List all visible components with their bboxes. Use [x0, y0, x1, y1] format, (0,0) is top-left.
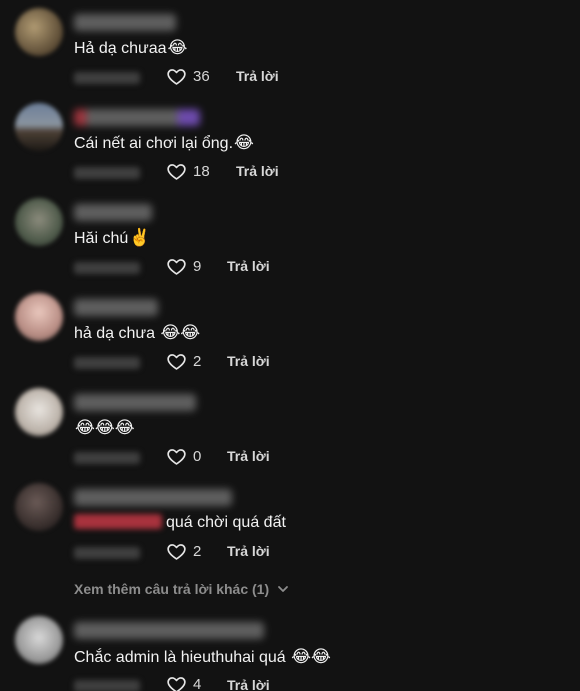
like-count: 4	[193, 676, 202, 691]
avatar[interactable]	[15, 483, 63, 531]
comment-text-body: Hăi chú	[74, 230, 129, 247]
avatar[interactable]	[15, 103, 63, 151]
reply-button[interactable]: Trả lời	[236, 68, 279, 84]
reply-button[interactable]: Trả lời	[227, 677, 270, 691]
username-blurred[interactable]	[74, 489, 232, 506]
heart-outline-icon	[167, 449, 186, 465]
reply-button[interactable]: Trả lời	[227, 258, 270, 274]
avatar[interactable]	[15, 8, 63, 56]
username-blurred[interactable]	[74, 622, 264, 639]
view-more-replies[interactable]: Xem thêm câu trả lời khác (1)	[74, 581, 289, 597]
avatar[interactable]	[15, 198, 63, 246]
avatar[interactable]	[15, 616, 63, 664]
mention-blurred[interactable]	[74, 514, 162, 529]
username-blurred[interactable]	[74, 109, 200, 126]
heart-outline-icon	[167, 544, 186, 560]
avatar[interactable]	[15, 293, 63, 341]
comment-text: Hả dạ chưaa😂	[74, 38, 187, 59]
like-count: 18	[193, 163, 210, 180]
reply-button[interactable]: Trả lời	[227, 448, 270, 464]
like-button[interactable]: 18	[166, 161, 210, 182]
like-count: 2	[193, 353, 202, 370]
laughing-emoji-icon: 😂	[234, 133, 254, 152]
laughing-emoji-icon: 😂	[167, 38, 188, 57]
username-blurred[interactable]	[74, 299, 158, 316]
username-blurred[interactable]	[74, 394, 196, 411]
like-count: 36	[193, 68, 210, 85]
heart-outline-icon	[167, 69, 186, 85]
like-button[interactable]: 4	[166, 674, 201, 691]
reply-button[interactable]: Trả lời	[227, 353, 270, 369]
comment-text-body: Cái nết ai chơi lại ổng.	[74, 135, 234, 152]
comment-text-body: quá chời quá đất	[166, 514, 286, 531]
comment-text-body: hả dạ chưa	[74, 325, 160, 342]
reply-button[interactable]: Trả lời	[236, 163, 279, 179]
comment-text: Hăi chú✌️	[74, 228, 150, 249]
comment-text-body: Chắc admin là hieuthuhai quá	[74, 649, 291, 666]
comment-text-body: Hả dạ chưaa	[74, 40, 167, 57]
heart-outline-icon	[167, 259, 186, 275]
heart-outline-icon	[167, 164, 186, 180]
timestamp-blurred	[74, 262, 140, 274]
avatar[interactable]	[15, 388, 63, 436]
heart-outline-icon	[167, 677, 186, 691]
comment-text: 😂😂😂	[74, 418, 135, 439]
timestamp-blurred	[74, 167, 140, 179]
timestamp-blurred	[74, 547, 140, 559]
laughing-emoji-icon: 😂😂	[160, 323, 201, 342]
comment-item: Chắc admin là hieuthuhai quá 😂😂 4 Trả lờ…	[0, 610, 580, 691]
like-count: 9	[193, 258, 202, 275]
comment-text: hả dạ chưa 😂😂	[74, 323, 200, 344]
chevron-down-icon	[278, 586, 289, 592]
heart-outline-icon	[167, 354, 186, 370]
comment-item: hả dạ chưa 😂😂 2 Trả lời	[0, 285, 580, 380]
like-count: 2	[193, 543, 202, 560]
timestamp-blurred	[74, 680, 140, 691]
comment-text: Chắc admin là hieuthuhai quá 😂😂	[74, 647, 331, 668]
username-blurred[interactable]	[74, 204, 152, 221]
comment-item: Cái nết ai chơi lại ổng.😂 18 Trả lời	[0, 95, 580, 190]
like-button[interactable]: 2	[166, 541, 201, 562]
comment-text: quá chời quá đất	[74, 513, 286, 533]
laughing-emoji-icon: 😂😂	[291, 647, 331, 666]
timestamp-blurred	[74, 357, 140, 369]
like-button[interactable]: 36	[166, 66, 210, 87]
username-blurred[interactable]	[74, 14, 176, 31]
like-button[interactable]: 0	[166, 446, 201, 467]
comment-item: Hả dạ chưaa😂 36 Trả lời	[0, 0, 580, 95]
comment-text: Cái nết ai chơi lại ổng.😂	[74, 133, 254, 154]
like-button[interactable]: 2	[166, 351, 201, 372]
timestamp-blurred	[74, 72, 140, 84]
comment-item: Hăi chú✌️ 9 Trả lời	[0, 190, 580, 285]
laughing-emoji-icon: 😂😂😂	[75, 418, 135, 437]
victory-hand-emoji-icon: ✌️	[129, 228, 151, 247]
view-more-label: Xem thêm câu trả lời khác (1)	[74, 581, 270, 597]
comment-item: 😂😂😂 0 Trả lời	[0, 380, 580, 475]
comment-item: quá chời quá đất 2 Trả lời	[0, 475, 580, 570]
like-button[interactable]: 9	[166, 256, 201, 277]
reply-button[interactable]: Trả lời	[227, 543, 270, 559]
like-count: 0	[193, 448, 202, 465]
timestamp-blurred	[74, 452, 140, 464]
